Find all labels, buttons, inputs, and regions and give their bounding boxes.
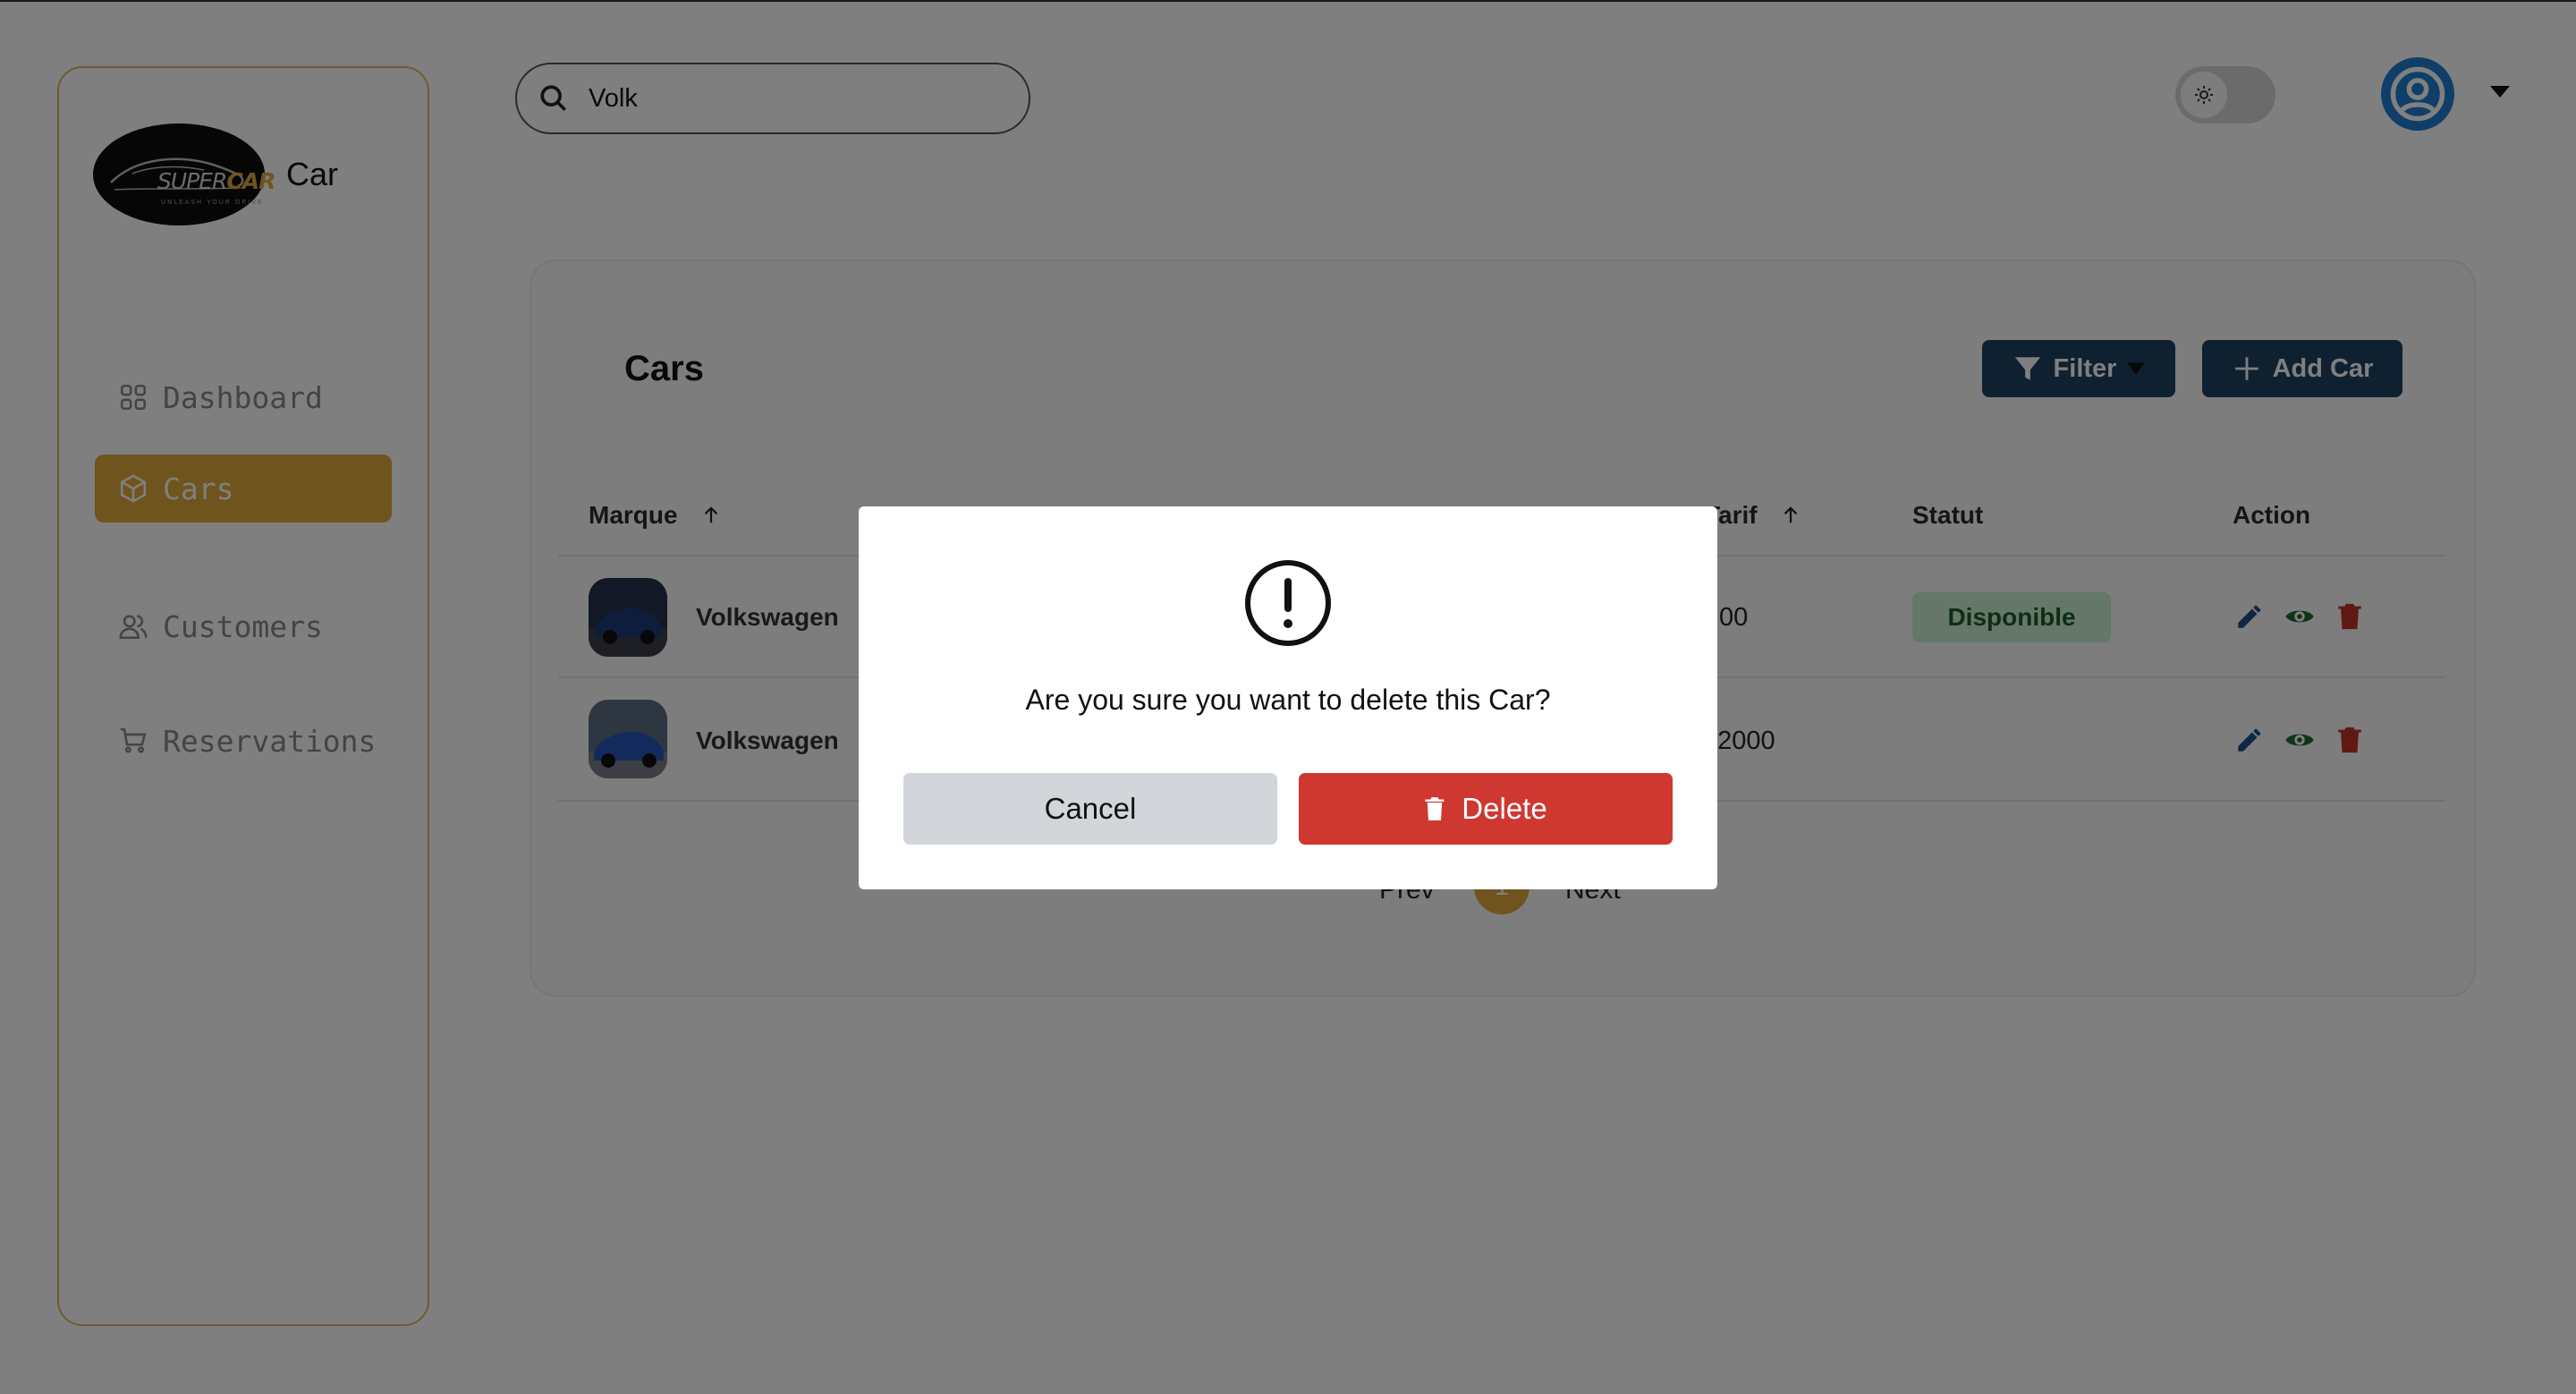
exclamation-circle-icon (1245, 560, 1331, 646)
delete-label: Delete (1462, 792, 1547, 825)
trash-icon (1425, 797, 1445, 820)
dialog-message: Are you sure you want to delete this Car… (1025, 684, 1551, 716)
delete-button[interactable]: Delete (1299, 773, 1673, 845)
cancel-button[interactable]: Cancel (903, 773, 1277, 845)
cancel-label: Cancel (1044, 792, 1137, 825)
